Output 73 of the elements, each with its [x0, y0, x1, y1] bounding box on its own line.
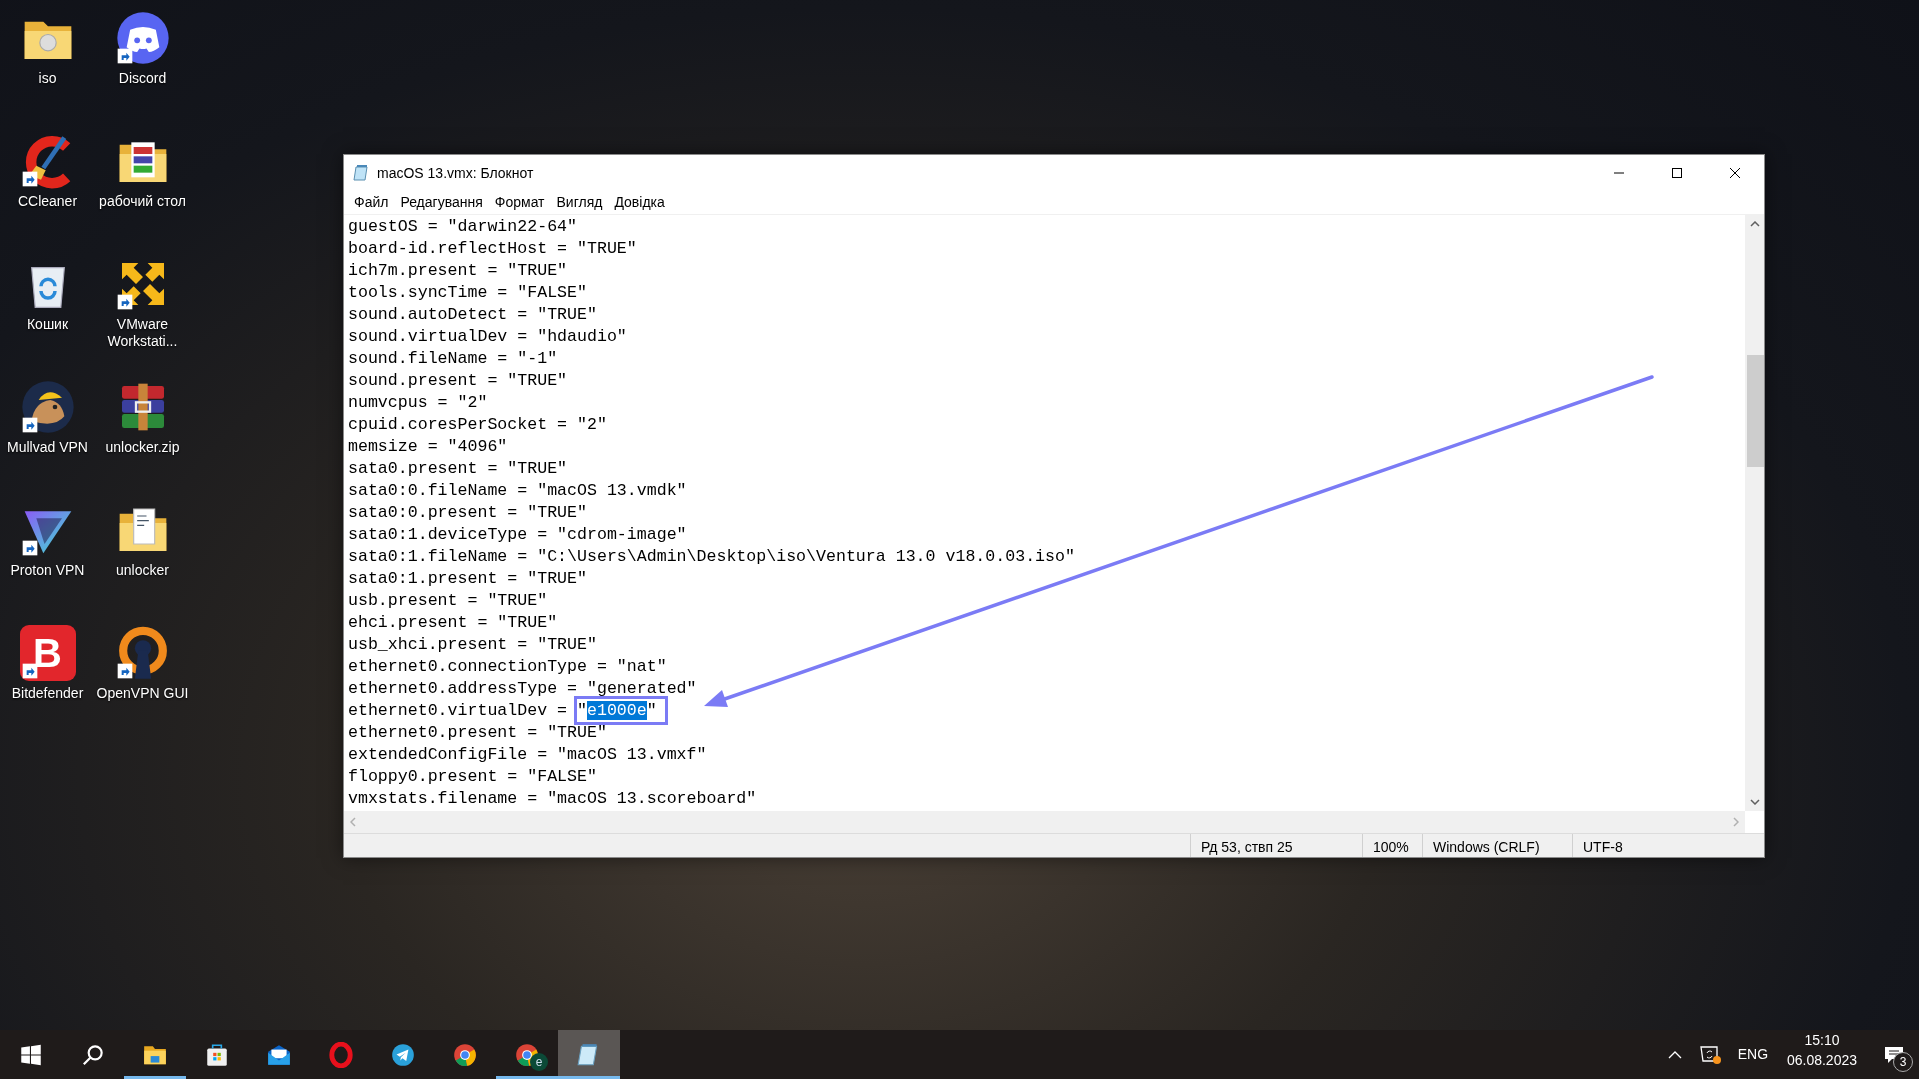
paper-plane-icon: [390, 1041, 416, 1068]
text-line: sound.virtualDev = "hdaudio": [348, 326, 628, 348]
clock[interactable]: 15:10 06.08.2023: [1774, 1030, 1869, 1079]
desktop-shortcut[interactable]: Discord: [95, 4, 190, 127]
text-line: memsize = "4096": [348, 436, 509, 458]
status-text: 100%: [1362, 834, 1422, 857]
desktop-shortcut[interactable]: Кошик: [0, 250, 95, 373]
text-line: cpuid.coresPerSocket = "2": [348, 414, 608, 436]
text-line: floppy0.present = "FALSE": [348, 766, 598, 788]
desktop-shortcut[interactable]: рабочий стол: [95, 127, 190, 250]
notification-count: 3: [1893, 1052, 1913, 1072]
text-line: ethernet0.present = "TRUE": [348, 722, 608, 744]
controller-face-icon: [114, 10, 171, 66]
desktop-shortcut[interactable]: VMware Workstati...: [95, 250, 190, 373]
desktop-shortcut[interactable]: unlocker: [95, 496, 190, 619]
text-line: sata0:1.deviceType = "cdrom-image": [348, 524, 688, 546]
text-line: board-id.reflectHost = "TRUE": [348, 238, 638, 260]
text-line: sata0:0.fileName = "macOS 13.vmdk": [348, 480, 688, 502]
ring-icon: [328, 1041, 354, 1068]
mole-icon: [19, 379, 76, 435]
text-line: tools.syncTime = "FALSE": [348, 282, 588, 304]
menu-item[interactable]: Формат: [488, 192, 551, 213]
desktop-shortcut[interactable]: B Bitdefender: [0, 619, 95, 742]
text-line: sound.fileName = "-1": [348, 348, 559, 370]
text-line: ehci.present = "TRUE": [348, 612, 559, 634]
text-line: guestOS = "darwin22-64": [348, 216, 579, 238]
desktop-shortcut[interactable]: iso: [0, 4, 95, 127]
text-line: sata0:1.fileName = "C:\Users\Admin\Desktop\iso\Ventura 13.0 v18.0.03.iso": [348, 546, 1076, 568]
menu-item[interactable]: Редагування: [394, 192, 489, 213]
close-icon: [1729, 167, 1741, 179]
text-line: usb.present = "TRUE": [348, 590, 549, 612]
text-line: ethernet0.addressType = "generated": [348, 678, 698, 700]
shopping-bag-icon: [204, 1041, 230, 1068]
desktop-shortcut[interactable]: unlocker.zip: [95, 373, 190, 496]
taskbar-button[interactable]: e: [496, 1030, 558, 1079]
menu-item[interactable]: Довідка: [608, 192, 671, 213]
text-line: sata0:1.present = "TRUE": [348, 568, 588, 590]
desktop-shortcut[interactable]: CCleaner: [0, 127, 95, 250]
profile-badge: e: [530, 1053, 548, 1071]
language-button[interactable]: ENG: [1730, 1030, 1775, 1079]
vertical-scrollbar[interactable]: [1745, 215, 1764, 811]
segmented-circle-icon: [452, 1041, 478, 1068]
maximize-icon: [1671, 167, 1683, 179]
desktop-shortcut[interactable]: OpenVPN GUI: [95, 619, 190, 742]
scroll-down-icon[interactable]: [1750, 799, 1760, 805]
chevron-up-icon: [1667, 1050, 1682, 1059]
text-line: ethernet0.virtualDev = "e1000e": [348, 700, 1745, 722]
desktop-shortcut[interactable]: Proton VPN: [0, 496, 95, 619]
text-line: ich7m.present = "TRUE": [348, 260, 569, 282]
menu-item[interactable]: Файл: [348, 192, 395, 213]
clock-date: 06.08.2023: [1786, 1051, 1857, 1070]
notifications-button[interactable]: 3: [1869, 1030, 1919, 1079]
network-status-icon: [1699, 1044, 1722, 1065]
desktop-shortcut[interactable]: Mullvad VPN: [0, 373, 95, 496]
status-text: Рд 53, ствп 25: [1190, 834, 1362, 857]
text-line: usb_xhci.present = "TRUE": [348, 634, 598, 656]
text-line: numvcpus = "2": [348, 392, 489, 414]
status-text: UTF-8: [1572, 834, 1682, 857]
text-line: sata0:0.present = "TRUE": [348, 502, 588, 524]
scrollbar-thumb[interactable]: [1747, 355, 1764, 467]
notepad-icon: [353, 164, 371, 182]
text-line: vmxstats.filename = "macOS 13.scoreboard": [348, 788, 758, 810]
text-line: sound.present = "TRUE": [348, 370, 569, 392]
window-title: macOS 13.vmx: Блокнот: [377, 163, 534, 183]
text-line: ethernet0.connectionType = "nat": [348, 656, 668, 678]
selected-text: e1000e: [587, 701, 647, 720]
text-line: sound.autoDetect = "TRUE": [348, 304, 598, 326]
clock-time: 15:10: [1804, 1031, 1840, 1050]
status-text: Windows (CRLF): [1422, 834, 1572, 857]
menu-item[interactable]: Вигляд: [550, 192, 609, 213]
text-line: extendedConfigFile = "macOS 13.vmxf": [348, 744, 708, 766]
text-line: sata0.present = "TRUE": [348, 458, 569, 480]
scroll-up-icon[interactable]: [1750, 221, 1760, 227]
